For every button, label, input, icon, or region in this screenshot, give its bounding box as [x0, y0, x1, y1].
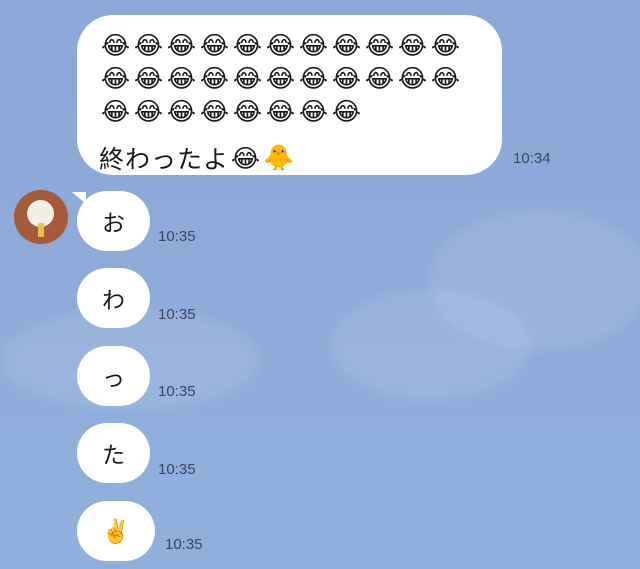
popsicle-stick-icon: [38, 223, 44, 237]
laughing-crying-emoji: 😂: [230, 143, 261, 173]
laughing-crying-emoji: 😂: [298, 31, 329, 60]
laughing-crying-emoji: 😂: [166, 97, 197, 126]
message-timestamp: 10:34: [513, 150, 551, 167]
laughing-crying-emoji: 😂: [397, 31, 428, 60]
laughing-crying-emoji: 😂: [364, 31, 395, 60]
emoji-row: 😂 😂 😂 😂 😂 😂 😂 😂 😂 😂 😂: [99, 62, 482, 95]
message-timestamp: 10:35: [165, 536, 203, 553]
laughing-crying-emoji: 😂: [199, 64, 230, 93]
laughing-crying-emoji: 😂: [133, 64, 164, 93]
emoji-row: 😂 😂 😂 😂 😂 😂 😂 😂 😂 😂 😂: [99, 29, 482, 62]
message-text: た: [102, 443, 125, 469]
laughing-crying-emoji: 😂: [298, 64, 329, 93]
laughing-crying-emoji: 😂: [430, 64, 461, 93]
message-text: 終わったよ: [99, 145, 230, 174]
laughing-crying-emoji: 😂: [232, 64, 263, 93]
laughing-crying-emoji: 😂: [331, 97, 362, 126]
laughing-crying-emoji: 😂: [133, 97, 164, 126]
laughing-crying-emoji: 😂: [397, 64, 428, 93]
laughing-crying-emoji: 😂: [430, 31, 461, 60]
laughing-crying-emoji: 😂: [100, 64, 131, 93]
laughing-crying-emoji: 😂: [199, 97, 230, 126]
laughing-crying-emoji: 😂: [232, 97, 263, 126]
laughing-crying-emoji: 😂: [331, 64, 362, 93]
laughing-crying-emoji: 😂: [199, 31, 230, 60]
message-timestamp: 10:35: [158, 228, 196, 245]
message-bubble-emoji-burst[interactable]: 😂 😂 😂 😂 😂 😂 😂 😂 😂 😂 😂 😂 😂 😂 😂 😂 😂 😂 😂 😂 …: [77, 15, 502, 175]
laughing-crying-emoji: 😂: [298, 97, 329, 126]
message-bubble[interactable]: ✌️: [77, 501, 155, 561]
laughing-crying-emoji: 😂: [133, 31, 164, 60]
laughing-crying-emoji: 😂: [265, 64, 296, 93]
message-timestamp: 10:35: [158, 306, 196, 323]
laughing-crying-emoji: 😂: [166, 64, 197, 93]
laughing-crying-emoji: 😂: [100, 97, 131, 126]
message-timestamp: 10:35: [158, 383, 196, 400]
laughing-crying-emoji: 😂: [166, 31, 197, 60]
message-text: わ: [102, 288, 125, 314]
message-bubble[interactable]: た: [77, 423, 150, 483]
laughing-crying-emoji: 😂: [265, 31, 296, 60]
background-cloud: [330, 290, 530, 400]
emoji-row: 😂 😂 😂 😂 😂 😂 😂 😂: [99, 95, 482, 128]
message-text-line: 終わったよ 😂 🐥: [99, 142, 482, 174]
laughing-crying-emoji: 😂: [232, 31, 263, 60]
message-bubble[interactable]: わ: [77, 268, 150, 328]
laughing-crying-emoji: 😂: [100, 31, 131, 60]
chick-sticker-emoji: 🐥: [262, 143, 295, 172]
laughing-crying-emoji: 😂: [265, 97, 296, 126]
message-bubble[interactable]: お: [77, 191, 150, 251]
laughing-crying-emoji: 😂: [331, 31, 362, 60]
victory-hand-emoji: ✌️: [101, 518, 131, 545]
laughing-crying-emoji: 😂: [364, 64, 395, 93]
message-timestamp: 10:35: [158, 461, 196, 478]
message-text: っ: [102, 366, 125, 392]
message-bubble[interactable]: っ: [77, 346, 150, 406]
popsicle-avatar-icon[interactable]: [14, 190, 68, 244]
message-text: お: [102, 211, 125, 237]
